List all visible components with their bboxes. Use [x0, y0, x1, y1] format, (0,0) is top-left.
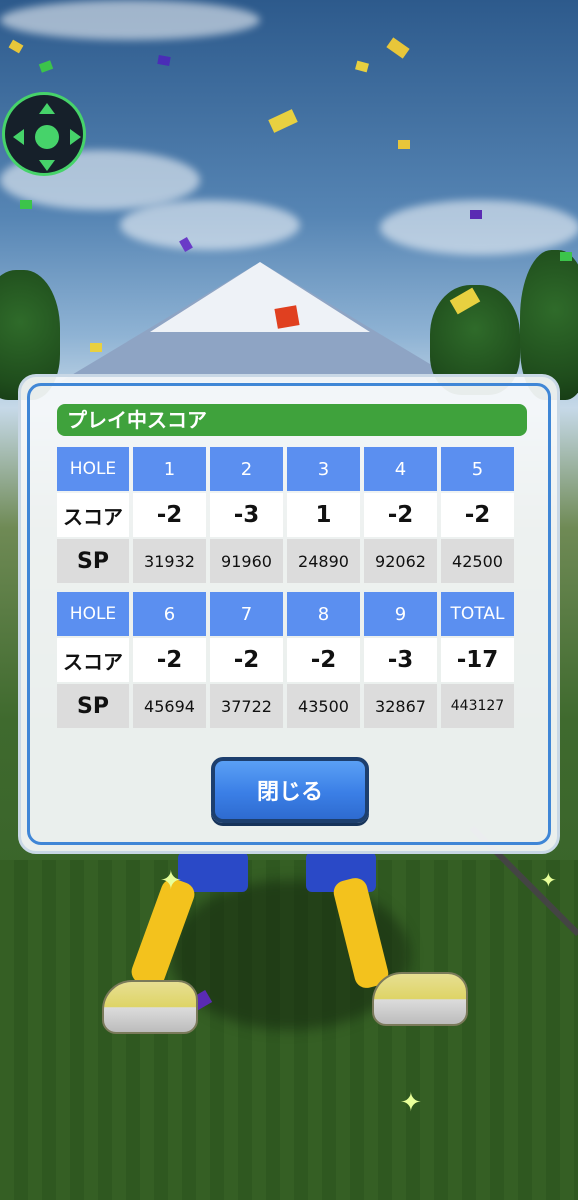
hole-sp: 91960: [210, 539, 283, 583]
sp-label: SP: [57, 684, 129, 728]
score-dialog: プレイ中スコア HOLE 1 2 3 4 5 スコア -2 -3 1 -2 -2…: [18, 374, 560, 854]
hole-score: -3: [364, 638, 437, 682]
dialog-title: プレイ中スコア: [57, 404, 527, 436]
golfer-shoe: [102, 980, 198, 1034]
hole-sp: 92062: [364, 539, 437, 583]
hole-number: 5: [441, 447, 514, 491]
mountain-snow: [150, 262, 370, 332]
score-label: スコア: [57, 493, 129, 537]
dpad-left-arrow-icon[interactable]: [13, 129, 24, 145]
confetti: [386, 37, 410, 59]
hole-score: -2: [441, 493, 514, 537]
hole-score: 1: [287, 493, 360, 537]
hole-label: HOLE: [57, 592, 129, 636]
hole-number: 7: [210, 592, 283, 636]
confetti: [560, 252, 572, 261]
hole-score: -2: [364, 493, 437, 537]
hole-sp: 42500: [441, 539, 514, 583]
hole-sp: 37722: [210, 684, 283, 728]
confetti: [470, 210, 482, 219]
sparkle-icon: ✦: [540, 868, 557, 892]
confetti: [20, 200, 32, 209]
hole-number: 1: [133, 447, 206, 491]
sparkle-icon: ✦: [160, 866, 182, 896]
hole-score: -2: [133, 493, 206, 537]
hole-number: 9: [364, 592, 437, 636]
hole-label: HOLE: [57, 447, 129, 491]
dpad-right-arrow-icon[interactable]: [70, 129, 81, 145]
hole-score: -2: [287, 638, 360, 682]
golfer-shoe: [372, 972, 468, 1026]
cloud: [380, 200, 578, 255]
hole-score: -2: [210, 638, 283, 682]
close-button[interactable]: 閉じる: [211, 757, 369, 823]
confetti: [398, 140, 410, 149]
hole-score: -3: [210, 493, 283, 537]
score-label: スコア: [57, 638, 129, 682]
hole-score: -2: [133, 638, 206, 682]
dpad-up-arrow-icon[interactable]: [39, 103, 55, 114]
cloud: [120, 200, 300, 250]
total-label: TOTAL: [441, 592, 514, 636]
total-sp: 443127: [441, 684, 514, 728]
confetti: [268, 109, 298, 133]
dpad-center-button[interactable]: [35, 125, 59, 149]
sp-label: SP: [57, 539, 129, 583]
hole-sp: 45694: [133, 684, 206, 728]
confetti: [38, 60, 54, 73]
hole-number: 2: [210, 447, 283, 491]
dpad-down-arrow-icon[interactable]: [39, 160, 55, 171]
camera-dpad-icon[interactable]: [2, 92, 86, 176]
hole-number: 3: [287, 447, 360, 491]
confetti: [157, 55, 171, 66]
hole-sp: 43500: [287, 684, 360, 728]
hole-number: 6: [133, 592, 206, 636]
sparkle-icon: ✦: [400, 1088, 422, 1118]
confetti: [355, 60, 369, 73]
confetti: [8, 39, 24, 54]
hole-number: 8: [287, 592, 360, 636]
total-score: -17: [441, 638, 514, 682]
confetti: [274, 305, 300, 329]
hole-sp: 31932: [133, 539, 206, 583]
hole-number: 4: [364, 447, 437, 491]
hole-sp: 24890: [287, 539, 360, 583]
game-screen: ✦ ✦ ✦ プレイ中スコア HOLE 1 2 3 4 5 スコア -2 -3 1…: [0, 0, 578, 1200]
hole-sp: 32867: [364, 684, 437, 728]
confetti: [90, 343, 102, 352]
cloud: [0, 0, 260, 40]
